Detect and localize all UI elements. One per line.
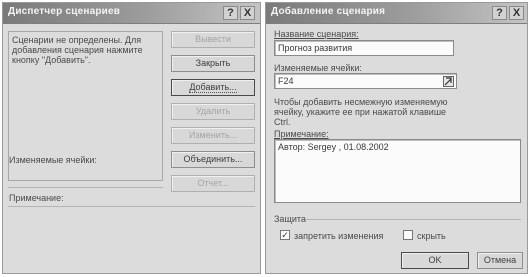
changing-cells-label: Изменяемые ячейки: bbox=[9, 155, 97, 165]
help-button[interactable]: ? bbox=[223, 6, 238, 20]
prevent-changes-label[interactable]: запретить изменения bbox=[294, 231, 383, 241]
ok-button[interactable]: OK bbox=[401, 252, 469, 269]
add-scenario-dialog: Добавление сценария ? X Название сценари… bbox=[265, 2, 528, 274]
comment-label: Примечание: bbox=[9, 193, 64, 203]
changing-cells-label: Изменяемые ячейки: bbox=[274, 63, 362, 73]
add-button-label: Добавить... bbox=[189, 82, 237, 93]
close-dialog-button[interactable]: Закрыть bbox=[171, 55, 255, 72]
add-button[interactable]: Добавить... bbox=[171, 79, 255, 96]
comment-textarea[interactable]: Автор: Sergey , 01.08.2002 bbox=[274, 139, 521, 203]
help-button[interactable]: ? bbox=[492, 6, 507, 20]
show-button[interactable]: Вывести bbox=[171, 31, 255, 48]
cancel-button[interactable]: Отмена bbox=[477, 252, 523, 269]
close-button[interactable]: X bbox=[240, 6, 255, 20]
hide-checkbox[interactable] bbox=[403, 230, 413, 240]
divider bbox=[8, 187, 163, 188]
scenario-manager-dialog: Диспетчер сценариев ? X Сценарии не опре… bbox=[2, 2, 261, 274]
protection-label: Защита bbox=[274, 214, 306, 224]
scenario-name-input[interactable]: Прогноз развития bbox=[274, 40, 454, 56]
dialog-title: Диспетчер сценариев bbox=[8, 6, 121, 17]
divider bbox=[306, 219, 521, 220]
scenarios-empty-message: Сценарии не определены. Для добавления с… bbox=[12, 35, 143, 65]
changing-cells-hint: Чтобы добавить несмежную изменяемую ячей… bbox=[274, 97, 448, 127]
comment-label: Примечание: bbox=[274, 129, 329, 139]
changing-cells-input[interactable]: F24 bbox=[274, 73, 457, 89]
collapse-dialog-icon[interactable] bbox=[443, 76, 454, 87]
divider bbox=[8, 206, 255, 207]
edit-button[interactable]: Изменить... bbox=[171, 127, 255, 144]
report-button[interactable]: Отчет... bbox=[171, 175, 255, 192]
dialog-title: Добавление сценария bbox=[271, 6, 386, 17]
merge-button[interactable]: Объединить... bbox=[171, 151, 255, 168]
prevent-changes-checkbox[interactable]: ✓ bbox=[280, 230, 290, 240]
delete-button[interactable]: Удалить bbox=[171, 103, 255, 120]
close-button[interactable]: X bbox=[509, 6, 524, 20]
scenario-name-label: Название сценария: bbox=[274, 29, 359, 39]
title-bar: Добавление сценария ? X bbox=[266, 3, 527, 24]
hide-label[interactable]: скрыть bbox=[417, 231, 446, 241]
changing-cells-value: F24 bbox=[278, 76, 294, 86]
title-bar: Диспетчер сценариев ? X bbox=[3, 3, 260, 24]
